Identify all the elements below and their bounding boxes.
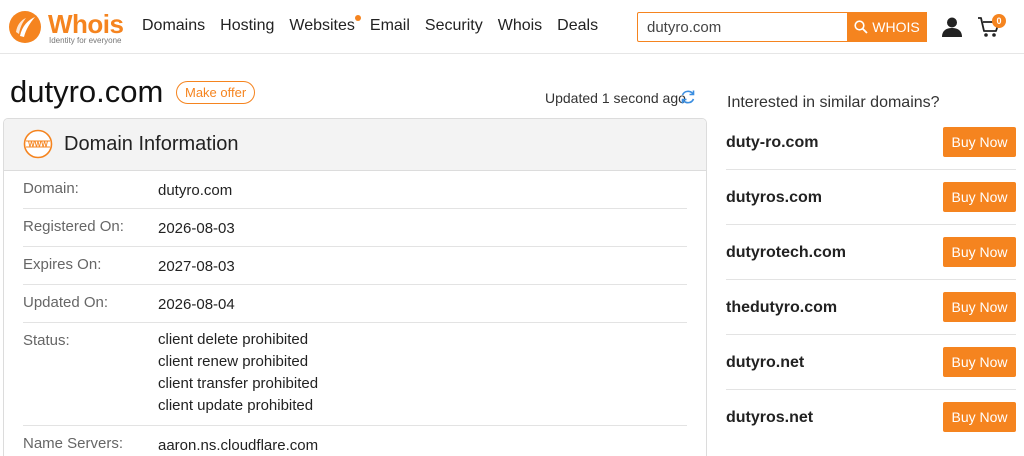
info-row-status: Status: client delete prohibited client …: [23, 323, 687, 426]
info-label: Expires On:: [23, 256, 102, 273]
info-label: Registered On:: [23, 218, 124, 235]
info-row-nameservers: Name Servers: aaron.ns.cloudflare.com: [23, 426, 687, 456]
info-row-registered: Registered On: 2026-08-03: [23, 209, 687, 247]
domain-information-card: WWW Domain Information Domain: dutyro.co…: [3, 118, 707, 456]
updated-timestamp: Updated 1 second ago: [545, 90, 686, 106]
new-indicator-dot: [354, 15, 361, 21]
nav-item-hosting[interactable]: Hosting: [220, 17, 274, 35]
card-title: Domain Information: [64, 133, 239, 155]
info-label: Updated On:: [23, 294, 109, 311]
info-value: 2026-08-04: [158, 296, 235, 313]
similar-domain-name: dutyros.com: [726, 189, 823, 206]
www-globe-icon: WWW: [23, 129, 53, 159]
similar-domain-item: duty-ro.com Buy Now: [726, 115, 1016, 170]
buy-now-button[interactable]: Buy Now: [943, 182, 1016, 212]
refresh-icon[interactable]: [680, 89, 696, 105]
site-logo[interactable]: Whois Identity for everyone: [8, 8, 126, 46]
search-icon: [854, 20, 868, 34]
whois-search-form: WHOIS: [637, 12, 927, 42]
info-row-updated: Updated On: 2026-08-04: [23, 285, 687, 323]
nav-item-websites[interactable]: Websites: [289, 15, 361, 35]
status-item: client transfer prohibited: [158, 375, 319, 392]
status-item: client renew prohibited: [158, 353, 309, 370]
buy-now-button[interactable]: Buy Now: [943, 347, 1016, 377]
buy-now-button[interactable]: Buy Now: [943, 127, 1016, 157]
whois-search-button-label: WHOIS: [872, 19, 920, 35]
nav-item-whois[interactable]: Whois: [498, 17, 542, 35]
info-label: Domain:: [23, 180, 79, 197]
logo-tagline: Identity for everyone: [49, 36, 122, 45]
nav-item-websites-label: Websites: [289, 17, 355, 34]
status-item: client update prohibited: [158, 397, 314, 414]
logo-mark-icon: [9, 11, 41, 43]
info-label: Status:: [23, 332, 70, 349]
nav-item-security[interactable]: Security: [425, 17, 483, 35]
main-nav: Domains Hosting Websites Email Security …: [142, 15, 613, 35]
nav-item-domains[interactable]: Domains: [142, 17, 205, 35]
cart-count-badge: 0: [992, 14, 1006, 28]
similar-domain-name: dutyrotech.com: [726, 244, 847, 261]
svg-text:WWW: WWW: [28, 141, 48, 148]
similar-domain-item: dutyros.com Buy Now: [726, 170, 1016, 225]
info-value: 2027-08-03: [158, 258, 235, 275]
site-header: Whois Identity for everyone Domains Host…: [0, 0, 1024, 54]
page-title: dutyro.com: [10, 74, 164, 109]
make-offer-button[interactable]: Make offer: [176, 81, 256, 104]
similar-domain-name: duty-ro.com: [726, 134, 819, 151]
similar-domain-item: dutyros.net Buy Now: [726, 390, 1016, 445]
nav-item-deals[interactable]: Deals: [557, 17, 598, 35]
similar-domain-item: dutyro.net Buy Now: [726, 335, 1016, 390]
info-value: 2026-08-03: [158, 220, 235, 237]
similar-domain-item: dutyrotech.com Buy Now: [726, 225, 1016, 280]
user-account-icon[interactable]: [941, 16, 963, 38]
similar-domains-heading: Interested in similar domains?: [727, 94, 940, 111]
similar-domain-item: thedutyro.com Buy Now: [726, 280, 1016, 335]
similar-domain-name: dutyro.net: [726, 354, 805, 371]
domain-search-input[interactable]: [638, 13, 848, 41]
similar-domain-name: thedutyro.com: [726, 299, 838, 316]
info-value: aaron.ns.cloudflare.com: [158, 437, 319, 454]
nav-item-email[interactable]: Email: [370, 17, 410, 35]
similar-domain-name: dutyros.net: [726, 409, 814, 426]
card-header: WWW Domain Information: [4, 119, 706, 171]
info-label: Name Servers:: [23, 435, 124, 452]
whois-search-button[interactable]: WHOIS: [847, 12, 927, 42]
buy-now-button[interactable]: Buy Now: [943, 402, 1016, 432]
info-value: dutyro.com: [158, 182, 233, 199]
status-item: client delete prohibited: [158, 331, 309, 348]
info-row-expires: Expires On: 2027-08-03: [23, 247, 687, 285]
info-row-domain: Domain: dutyro.com: [23, 171, 687, 209]
buy-now-button[interactable]: Buy Now: [943, 237, 1016, 267]
buy-now-button[interactable]: Buy Now: [943, 292, 1016, 322]
status-list: client delete prohibited client renew pr…: [158, 329, 318, 417]
